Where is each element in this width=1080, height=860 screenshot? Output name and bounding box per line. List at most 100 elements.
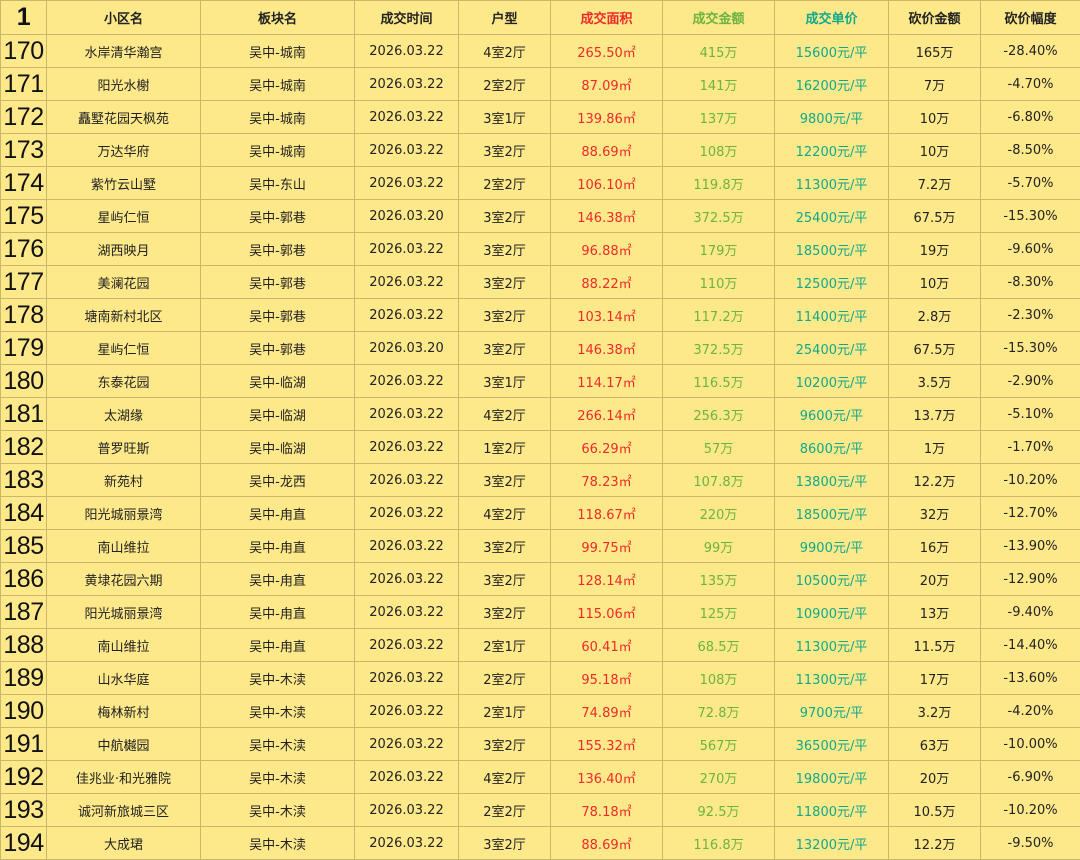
cell-area[interactable]: 78.23㎡ xyxy=(551,464,663,497)
cell-date[interactable]: 2026.03.22 xyxy=(355,563,459,596)
cell-area[interactable]: 87.09㎡ xyxy=(551,68,663,101)
cell-amount[interactable]: 141万 xyxy=(663,68,775,101)
cell-unit-price[interactable]: 16200元/平 xyxy=(775,68,889,101)
row-number[interactable]: 174 xyxy=(1,167,47,200)
cell-discount-amount[interactable]: 3.5万 xyxy=(889,365,981,398)
cell-name[interactable]: 阳光城丽景湾 xyxy=(47,497,201,530)
cell-date[interactable]: 2026.03.20 xyxy=(355,332,459,365)
cell-name[interactable]: 星屿仁恒 xyxy=(47,200,201,233)
cell-discount-amount[interactable]: 2.8万 xyxy=(889,299,981,332)
cell-amount[interactable]: 110万 xyxy=(663,266,775,299)
cell-district[interactable]: 吴中-郭巷 xyxy=(201,233,355,266)
cell-unit-price[interactable]: 10200元/平 xyxy=(775,365,889,398)
cell-name[interactable]: 梅林新村 xyxy=(47,695,201,728)
cell-unit-price[interactable]: 11300元/平 xyxy=(775,629,889,662)
cell-area[interactable]: 66.29㎡ xyxy=(551,431,663,464)
cell-district[interactable]: 吴中-木渎 xyxy=(201,761,355,794)
cell-discount-amount[interactable]: 13万 xyxy=(889,596,981,629)
cell-area[interactable]: 74.89㎡ xyxy=(551,695,663,728)
cell-area[interactable]: 266.14㎡ xyxy=(551,398,663,431)
cell-layout[interactable]: 3室2厅 xyxy=(459,596,551,629)
cell-discount-pct[interactable]: -12.90% xyxy=(981,563,1080,596)
cell-layout[interactable]: 3室2厅 xyxy=(459,464,551,497)
cell-amount[interactable]: 68.5万 xyxy=(663,629,775,662)
cell-layout[interactable]: 2室2厅 xyxy=(459,68,551,101)
cell-amount[interactable]: 57万 xyxy=(663,431,775,464)
cell-name[interactable]: 美澜花园 xyxy=(47,266,201,299)
cell-area[interactable]: 115.06㎡ xyxy=(551,596,663,629)
cell-name[interactable]: 紫竹云山墅 xyxy=(47,167,201,200)
cell-name[interactable]: 万达华府 xyxy=(47,134,201,167)
row-number[interactable]: 192 xyxy=(1,761,47,794)
cell-discount-pct[interactable]: -28.40% xyxy=(981,35,1080,68)
cell-name[interactable]: 阳光水榭 xyxy=(47,68,201,101)
cell-amount[interactable]: 567万 xyxy=(663,728,775,761)
cell-name[interactable]: 塘南新村北区 xyxy=(47,299,201,332)
cell-discount-amount[interactable]: 32万 xyxy=(889,497,981,530)
cell-discount-pct[interactable]: -4.70% xyxy=(981,68,1080,101)
cell-layout[interactable]: 3室2厅 xyxy=(459,728,551,761)
cell-discount-amount[interactable]: 10万 xyxy=(889,134,981,167)
cell-layout[interactable]: 2室2厅 xyxy=(459,794,551,827)
cell-discount-pct[interactable]: -12.70% xyxy=(981,497,1080,530)
cell-discount-amount[interactable]: 10万 xyxy=(889,101,981,134)
cell-unit-price[interactable]: 9700元/平 xyxy=(775,695,889,728)
cell-layout[interactable]: 4室2厅 xyxy=(459,497,551,530)
cell-amount[interactable]: 116.5万 xyxy=(663,365,775,398)
row-number[interactable]: 170 xyxy=(1,35,47,68)
row-number[interactable]: 191 xyxy=(1,728,47,761)
row-number[interactable]: 193 xyxy=(1,794,47,827)
cell-unit-price[interactable]: 10900元/平 xyxy=(775,596,889,629)
cell-discount-amount[interactable]: 20万 xyxy=(889,761,981,794)
cell-discount-amount[interactable]: 12.2万 xyxy=(889,827,981,860)
cell-discount-amount[interactable]: 3.2万 xyxy=(889,695,981,728)
col-header-unit-price[interactable]: 成交单价 xyxy=(775,1,889,35)
cell-date[interactable]: 2026.03.22 xyxy=(355,728,459,761)
cell-district[interactable]: 吴中-甪直 xyxy=(201,497,355,530)
cell-district[interactable]: 吴中-甪直 xyxy=(201,563,355,596)
col-header-discount-pct[interactable]: 砍价幅度 xyxy=(981,1,1080,35)
cell-discount-amount[interactable]: 19万 xyxy=(889,233,981,266)
cell-amount[interactable]: 92.5万 xyxy=(663,794,775,827)
row-number[interactable]: 190 xyxy=(1,695,47,728)
col-header-date[interactable]: 成交时间 xyxy=(355,1,459,35)
cell-amount[interactable]: 125万 xyxy=(663,596,775,629)
cell-date[interactable]: 2026.03.22 xyxy=(355,101,459,134)
cell-area[interactable]: 88.22㎡ xyxy=(551,266,663,299)
cell-discount-amount[interactable]: 7.2万 xyxy=(889,167,981,200)
cell-discount-amount[interactable]: 67.5万 xyxy=(889,332,981,365)
cell-date[interactable]: 2026.03.22 xyxy=(355,233,459,266)
row-number[interactable]: 180 xyxy=(1,365,47,398)
cell-area[interactable]: 265.50㎡ xyxy=(551,35,663,68)
cell-unit-price[interactable]: 18500元/平 xyxy=(775,233,889,266)
cell-discount-pct[interactable]: -4.20% xyxy=(981,695,1080,728)
cell-unit-price[interactable]: 12500元/平 xyxy=(775,266,889,299)
cell-discount-pct[interactable]: -2.30% xyxy=(981,299,1080,332)
cell-name[interactable]: 阳光城丽景湾 xyxy=(47,596,201,629)
cell-amount[interactable]: 99万 xyxy=(663,530,775,563)
cell-district[interactable]: 吴中-临湖 xyxy=(201,431,355,464)
cell-discount-pct[interactable]: -13.90% xyxy=(981,530,1080,563)
cell-amount[interactable]: 117.2万 xyxy=(663,299,775,332)
cell-name[interactable]: 新苑村 xyxy=(47,464,201,497)
cell-unit-price[interactable]: 15600元/平 xyxy=(775,35,889,68)
cell-discount-amount[interactable]: 63万 xyxy=(889,728,981,761)
cell-discount-amount[interactable]: 165万 xyxy=(889,35,981,68)
cell-amount[interactable]: 256.3万 xyxy=(663,398,775,431)
cell-district[interactable]: 吴中-甪直 xyxy=(201,629,355,662)
cell-amount[interactable]: 116.8万 xyxy=(663,827,775,860)
cell-date[interactable]: 2026.03.22 xyxy=(355,35,459,68)
cell-unit-price[interactable]: 9900元/平 xyxy=(775,530,889,563)
cell-district[interactable]: 吴中-郭巷 xyxy=(201,266,355,299)
cell-layout[interactable]: 2室2厅 xyxy=(459,662,551,695)
cell-area[interactable]: 155.32㎡ xyxy=(551,728,663,761)
cell-date[interactable]: 2026.03.22 xyxy=(355,662,459,695)
cell-discount-pct[interactable]: -10.00% xyxy=(981,728,1080,761)
cell-date[interactable]: 2026.03.22 xyxy=(355,530,459,563)
cell-district[interactable]: 吴中-城南 xyxy=(201,68,355,101)
cell-name[interactable]: 黄埭花园六期 xyxy=(47,563,201,596)
cell-district[interactable]: 吴中-城南 xyxy=(201,134,355,167)
cell-discount-pct[interactable]: -14.40% xyxy=(981,629,1080,662)
cell-district[interactable]: 吴中-郭巷 xyxy=(201,332,355,365)
cell-name[interactable]: 水岸清华瀚宫 xyxy=(47,35,201,68)
